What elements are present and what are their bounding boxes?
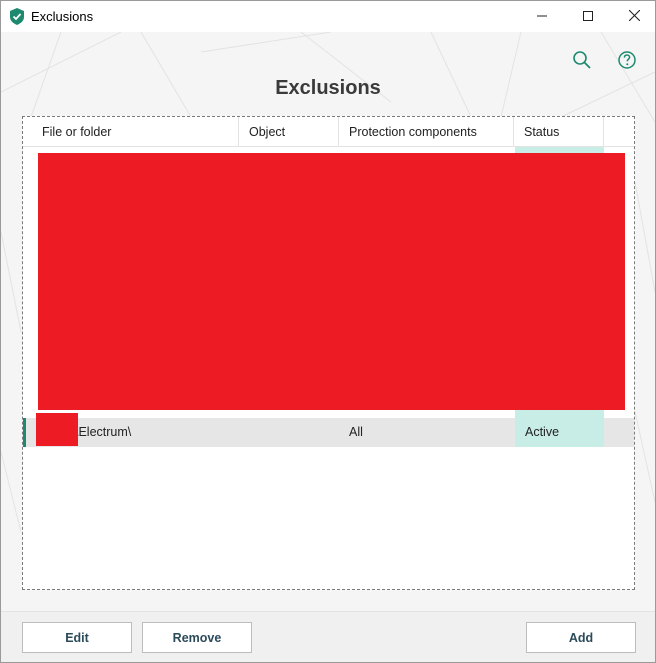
kaspersky-shield-icon — [10, 8, 24, 25]
edit-button[interactable]: Edit — [22, 622, 132, 653]
table-header: File or folder Object Protection compone… — [23, 117, 634, 147]
remove-button[interactable]: Remove — [142, 622, 252, 653]
protection-components-cell: All — [349, 425, 363, 439]
page-title: Exclusions — [275, 77, 381, 99]
column-header-file-or-folder[interactable]: File or folder — [32, 117, 239, 147]
close-button[interactable] — [611, 1, 655, 32]
content-area: Exclusions File or folder Object Protect… — [1, 32, 655, 611]
search-icon[interactable] — [572, 50, 592, 70]
redacted-area — [38, 153, 625, 410]
add-button[interactable]: Add — [526, 622, 636, 653]
title-bar[interactable]: Exclusions — [1, 1, 655, 32]
maximize-icon — [583, 8, 593, 26]
table-row[interactable]: \Electrum\ All Active — [23, 413, 634, 447]
footer-bar: Edit Remove Add — [1, 611, 655, 662]
window-title: Exclusions — [31, 9, 94, 24]
selected-row-indicator — [23, 418, 26, 447]
minimize-icon — [537, 8, 547, 26]
exclusions-window: Exclusions Exclusions File or folder Obj… — [0, 0, 656, 663]
status-cell: Active — [515, 418, 604, 447]
column-header-object[interactable]: Object — [239, 117, 339, 147]
minimize-button[interactable] — [519, 1, 565, 32]
column-header-protection-components[interactable]: Protection components — [339, 117, 514, 147]
column-header-status[interactable]: Status — [514, 117, 604, 147]
redacted-path-prefix — [36, 413, 78, 446]
exclusions-table[interactable]: File or folder Object Protection compone… — [22, 116, 635, 590]
close-icon — [628, 8, 640, 26]
help-icon[interactable] — [617, 50, 637, 70]
maximize-button[interactable] — [565, 1, 611, 32]
